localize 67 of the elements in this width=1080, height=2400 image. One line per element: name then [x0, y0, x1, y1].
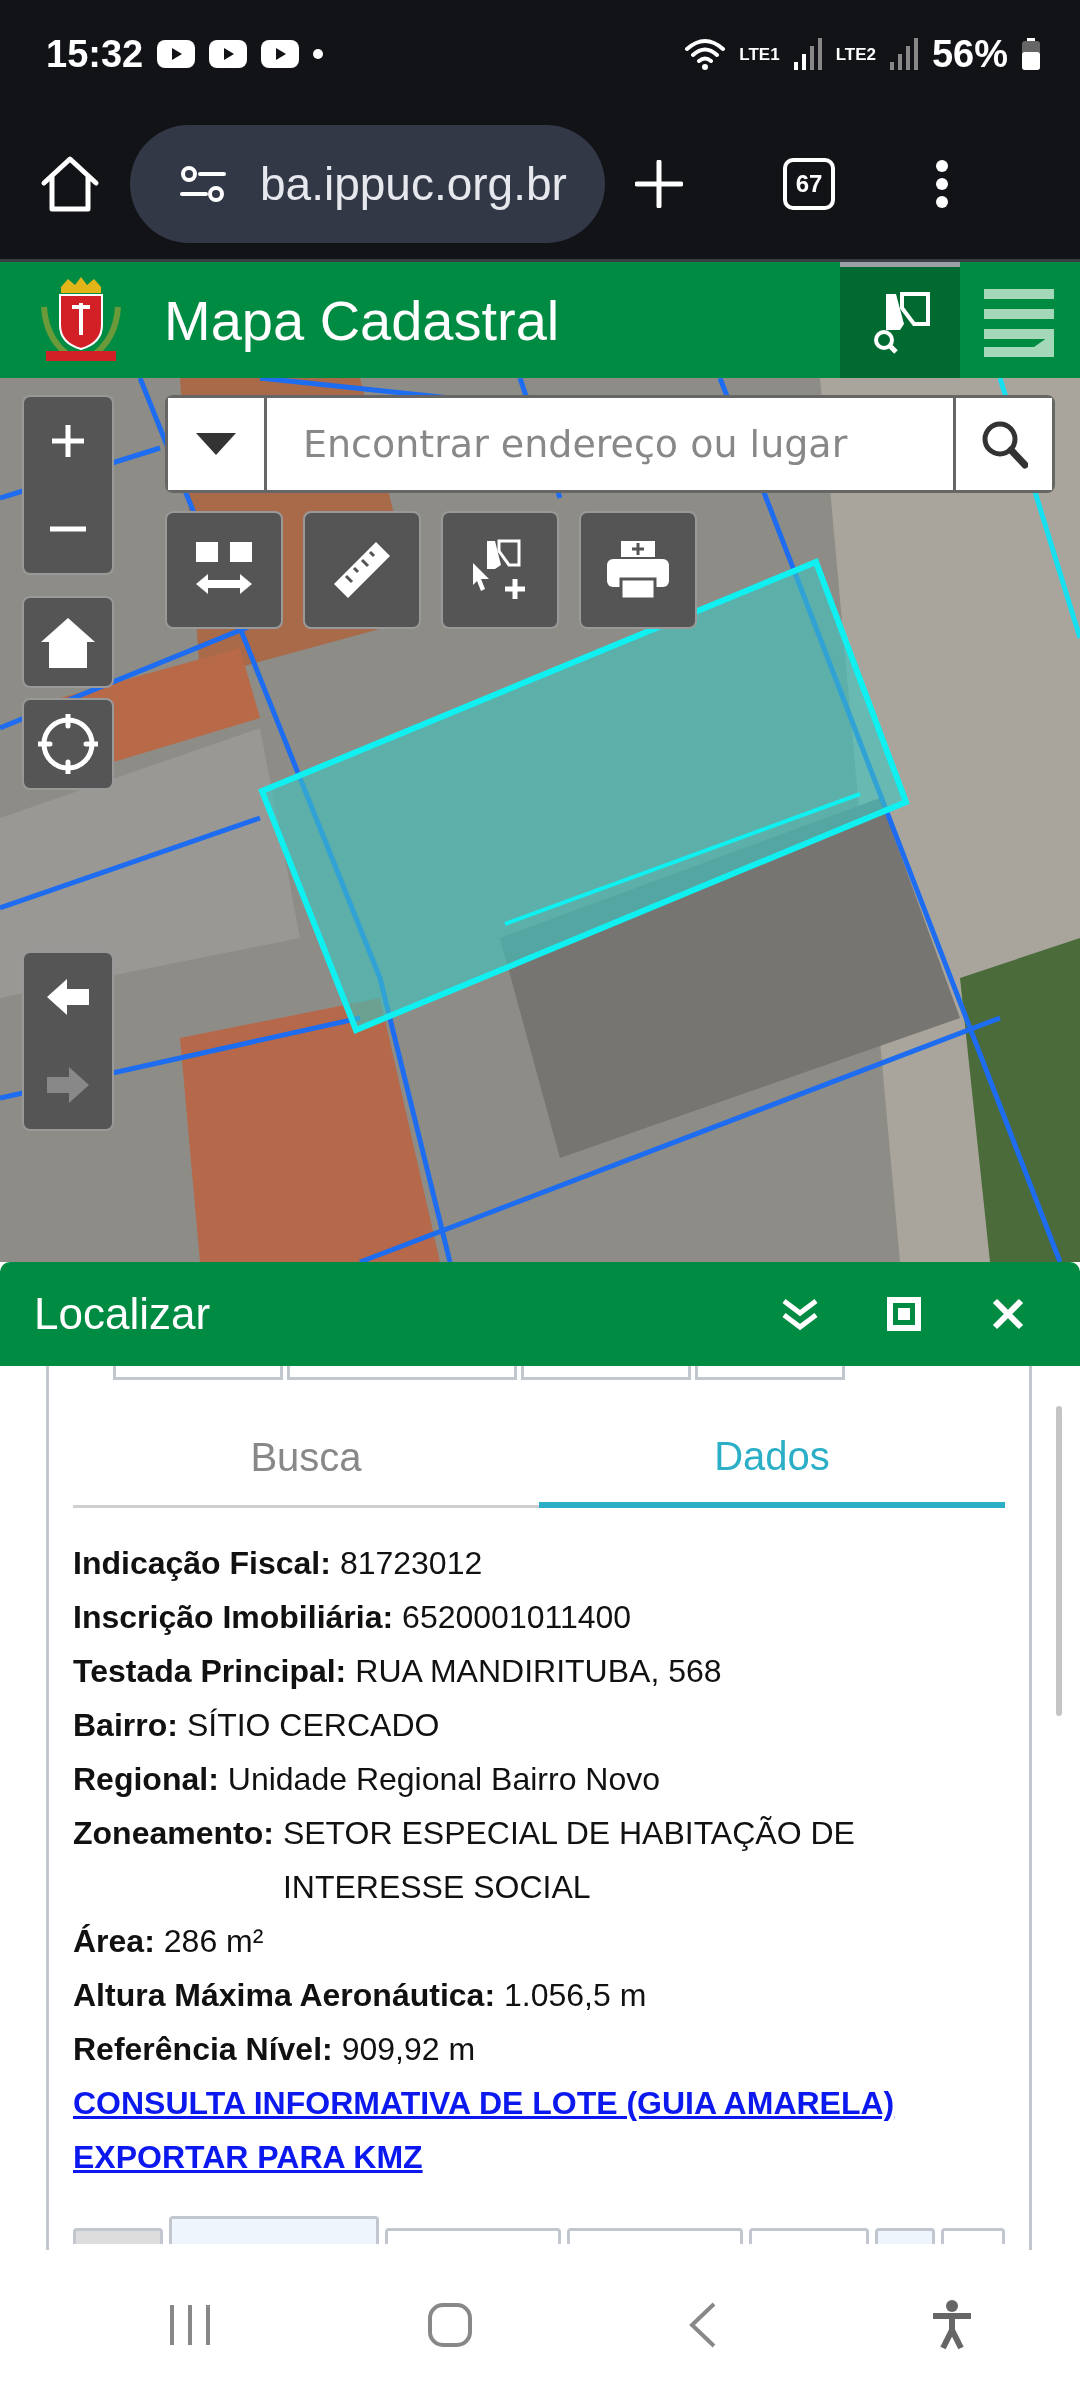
field-label: Altura Máxima Aeronáutica: — [73, 1976, 496, 2015]
search-field[interactable]: Encontrar endereço ou lugar — [165, 395, 1055, 493]
sim-label: LTE1 — [739, 45, 780, 63]
plus-icon — [50, 423, 86, 459]
home-icon[interactable] — [40, 154, 100, 213]
signal-icon — [889, 38, 918, 70]
video-app-icon — [157, 40, 196, 68]
signal-icon — [793, 38, 822, 70]
panel-title: Localizar — [34, 1289, 212, 1339]
status-time: 15:32 — [46, 32, 144, 76]
info-link[interactable]: EXPORTAR PARA KMZ — [73, 2130, 423, 2184]
info-link[interactable]: CONSULTA INFORMATIVA DE LOTE (GUIA AMARELA) — [73, 2076, 895, 2130]
field-value: RUA MANDIRITUBA, 568 — [355, 1652, 723, 1691]
right-arrow-icon — [45, 1065, 91, 1105]
wifi-icon — [685, 37, 726, 71]
field-label: Referência Nível: — [73, 2030, 333, 2069]
tab-count-button[interactable]: 67 — [783, 157, 835, 210]
double-chevron-icon — [780, 1297, 820, 1331]
parcel-search-button[interactable] — [840, 262, 960, 378]
field-label: Inscrição Imobiliária: — [73, 1598, 394, 1637]
crosshair-icon — [38, 714, 98, 774]
recent-apps-icon[interactable] — [167, 2303, 212, 2347]
ruler-icon — [332, 540, 392, 600]
menu-icon — [984, 288, 1056, 357]
app-title: Mapa Cadastral — [163, 287, 561, 353]
caret-icon — [196, 433, 236, 455]
back-nav-icon[interactable] — [687, 2302, 716, 2348]
video-app-icon — [209, 40, 248, 68]
field-value: 6520001011400 — [402, 1598, 633, 1637]
search-icon — [980, 419, 1028, 469]
left-arrow-icon — [45, 977, 91, 1017]
video-app-icon — [261, 40, 300, 68]
field-label: Zoneamento: — [73, 1814, 274, 1853]
field-label: Bairro: — [73, 1706, 178, 1745]
field-value: 81723012 — [339, 1544, 484, 1583]
field-value: SETOR ESPECIAL DE HABITAÇÃO DE INTERESSE SOCIAL — [282, 1814, 856, 1907]
field-label: Indicação Fiscal: — [73, 1544, 331, 1583]
select-parcel-button[interactable] — [441, 511, 559, 629]
scrollbar-thumb[interactable] — [1056, 1406, 1062, 1716]
field-value: Unidade Regional Bairro Novo — [227, 1760, 662, 1799]
sim-label: LTE2 — [835, 45, 876, 63]
printer-icon — [607, 541, 669, 599]
field-label: Regional: — [73, 1760, 219, 1799]
field-value: 1.056,5 m — [504, 1976, 648, 2015]
url-text: ba.ippuc.org.br — [260, 156, 567, 211]
more-menu-icon[interactable] — [935, 158, 949, 209]
address-bar[interactable]: ba.ippuc.org.br — [130, 124, 605, 243]
house-icon — [39, 616, 97, 668]
panel-tab[interactable]: Busca — [73, 1410, 539, 1508]
home-nav-icon[interactable] — [426, 2302, 473, 2348]
field-value: 909,92 m — [341, 2030, 477, 2069]
field-label: Testada Principal: — [73, 1652, 347, 1691]
field-label: Área: — [73, 1922, 155, 1961]
battery-icon — [1022, 38, 1040, 70]
field-value: 286 m² — [163, 1922, 265, 1961]
accessibility-icon[interactable] — [930, 2300, 973, 2350]
square-icon — [887, 1297, 921, 1331]
measure-tool-button[interactable] — [303, 511, 421, 629]
site-settings-icon[interactable] — [180, 163, 226, 204]
minus-icon — [50, 526, 86, 532]
battery-percent: 56% — [931, 32, 1008, 76]
print-button[interactable] — [579, 511, 697, 629]
swipe-tool-button[interactable] — [165, 511, 283, 629]
new-tab-icon[interactable] — [635, 159, 683, 208]
close-icon — [992, 1298, 1024, 1330]
notification-dot-icon — [313, 49, 324, 59]
field-value: SÍTIO CERCADO — [186, 1706, 441, 1745]
